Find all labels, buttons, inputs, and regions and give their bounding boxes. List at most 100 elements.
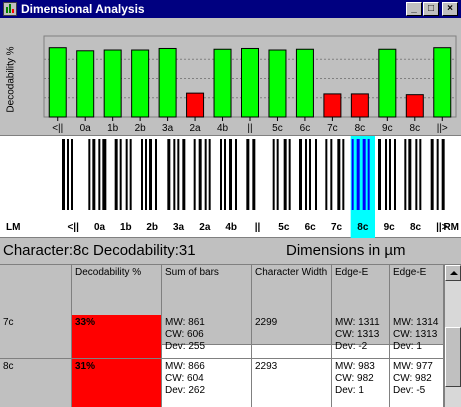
barcode-character-label-8[interactable]: 5c [278,222,290,233]
sum-of-bars-dev: Dev: 255 [165,341,206,352]
barcode-bar-6-2 [229,139,232,210]
barcode-character-label-11[interactable]: 8c [357,222,369,233]
app-icon [3,2,17,16]
chart-bar-4[interactable] [158,47,177,118]
barcode-bar-8-0 [272,139,275,210]
chart-bar-11[interactable] [350,93,369,118]
chart-bar-10[interactable] [323,93,342,118]
barcode-bar-10-3 [342,139,345,210]
barcode-bar-13-0 [404,139,407,210]
barcode-character-label-5[interactable]: 2a [199,222,211,233]
title-bar[interactable]: Dimensional Analysis _ □ × [0,0,461,18]
chart-tick-label-7: || [247,123,252,134]
chart-bar-1[interactable] [76,50,95,118]
barcode-right-margin-label: RM [443,222,459,233]
barcode-bar-1-1 [92,139,96,210]
barcode-left-margin-label: LM [6,222,20,233]
barcode-bar-11-1 [356,139,360,210]
barcode-character-label-7[interactable]: || [255,222,261,233]
sum-of-bars-cell[interactable]: MW: 861 CW: 606 Dev: 255 [162,315,252,359]
window-title: Dimensional Analysis [21,2,145,16]
barcode-bar-12-1 [385,139,387,210]
barcode-character-label-12[interactable]: 9c [384,222,396,233]
barcode-character-label-4[interactable]: 3a [173,222,185,233]
barcode-bar-2-1 [119,139,122,210]
barcode-bar-1-3 [102,139,107,210]
measurement-grid[interactable]: Decodability % Sum of bars Character Wid… [0,264,461,407]
barcode-bar-13-1 [408,139,412,210]
chart-tick-label-13: 8c [410,123,421,134]
arrow-up-icon [450,271,458,275]
decodability-cell[interactable]: 33% [72,315,162,359]
barcode-bar-0-1 [67,139,69,210]
edge-e-1-cell[interactable]: MW: 983 CW: 982 Dev: 1 [332,359,390,407]
barcode-character-label-0[interactable]: <|| [67,222,79,233]
decodability-chart-panel: Decodability % <|| 0a 1b 2b 3a 2a 4b || 5c 6c 7c 8c… [0,18,461,136]
row-header-7c[interactable]: 7c [0,315,72,359]
barcode-bar-5-1 [198,139,202,210]
character-width-cell[interactable]: 2293 [252,359,332,407]
chart-tick-label-5: 2a [190,123,202,134]
maximize-button[interactable]: □ [423,2,439,16]
chart-bar-9[interactable] [295,48,314,118]
barcode-bar-4-1 [173,139,176,210]
chart-tick-label-14: ||> [437,123,448,134]
chart-bar-14[interactable] [433,47,452,118]
chart-bar-2[interactable] [103,49,122,118]
barcode-panel[interactable]: LM <|| 0a 1b 2b 3a 2a 4b || 5c 6c 7c 8c 9c 8c ||> RM [0,136,461,238]
barcode-bar-0-2 [71,139,73,210]
barcode-bar-13-2 [415,139,418,210]
chart-bar-6[interactable] [213,48,232,118]
sum-of-bars-cell[interactable]: MW: 866 CW: 604 Dev: 262 [162,359,252,407]
close-button[interactable]: × [442,2,458,16]
chart-bar-7[interactable] [241,47,259,118]
barcode-character-label-6[interactable]: 4b [225,222,237,233]
barcode-character-label-3[interactable]: 2b [146,222,158,233]
chart-bar-12[interactable] [378,48,397,118]
edge-e-2-cell[interactable]: MW: 1314 CW: 1313 Dev: 1 [390,315,444,359]
chart-tick-label-12: 9c [382,123,393,134]
barcode-bar-4-0 [167,139,171,210]
barcode-bar-11-0 [351,139,354,210]
edge-e-1-cw: CW: 1313 [335,329,380,340]
chart-tick-label-8: 5c [272,123,283,134]
barcode-bar-2-3 [129,139,132,210]
chart-bar-3[interactable] [131,49,150,118]
scroll-up-button[interactable] [445,265,461,281]
barcode-bar-11-2 [362,139,366,210]
chart-bar-5[interactable] [186,92,205,118]
chart-bar-8[interactable] [268,49,287,118]
barcode-character-label-13[interactable]: 8c [410,222,422,233]
minimize-button[interactable]: _ [406,2,422,16]
barcode-bar-10-0 [325,139,328,210]
barcode-bar-4-2 [177,139,180,210]
chart-tick-label-0: <|| [52,123,63,134]
barcode-bar-0-0 [62,139,65,210]
barcode-bar-14-1 [436,139,439,210]
barcode-bar-6-3 [235,139,237,210]
barcode-character-label-2[interactable]: 1b [120,222,132,233]
barcode-view[interactable]: LM <|| 0a 1b 2b 3a 2a 4b || 5c 6c 7c 8c 9c 8c ||>RM [0,136,461,238]
character-width-cell[interactable]: 2299 [252,315,332,359]
barcode-bar-6-1 [224,139,226,210]
barcode-character-label-10[interactable]: 7c [331,222,343,233]
barcode-character-label-9[interactable]: 6c [305,222,317,233]
decodability-cell[interactable]: 31% [72,359,162,407]
character-decodability-label: Character:8c Decodability:31 [3,242,196,259]
barcode-bar-12-2 [389,139,391,210]
vertical-scrollbar[interactable] [444,265,461,407]
barcode-bar-2-2 [125,139,128,210]
edge-e-1-dev: Dev: -2 [335,341,368,352]
scroll-thumb[interactable] [445,327,461,387]
edge-e-1-cell[interactable]: MW: 1311 CW: 1313 Dev: -2 [332,315,390,359]
edge-e-2-mw: MW: 1314 [393,317,439,328]
row-header-8c[interactable]: 8c [0,359,72,407]
chart-tick-label-9: 6c [300,123,311,134]
barcode-character-label-1[interactable]: 0a [94,222,106,233]
barcode-bar-3-0 [141,139,143,210]
sum-of-bars-mw: MW: 866 [165,361,205,372]
chart-bar-0[interactable] [48,47,67,118]
chart-bar-13[interactable] [405,94,424,118]
edge-e-2-cell[interactable]: MW: 977 CW: 982 Dev: -5 [390,359,444,407]
decodability-bar-chart: <|| 0a 1b 2b 3a 2a 4b || 5c 6c 7c 8c 9c 8c ||> [43,35,457,134]
